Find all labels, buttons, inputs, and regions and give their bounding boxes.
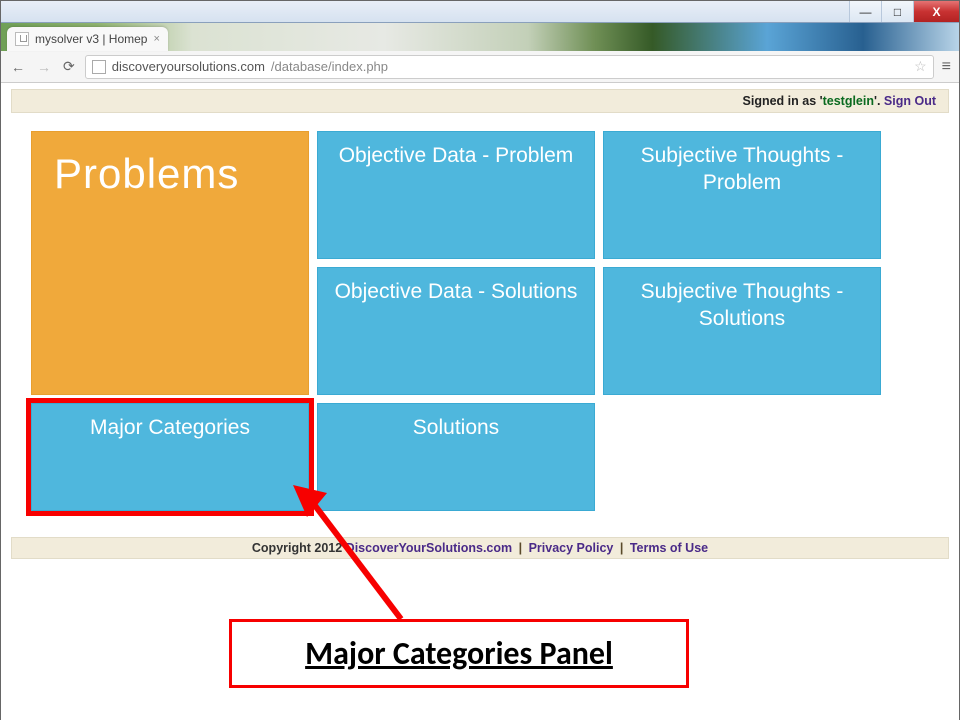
window-close-button[interactable]: X <box>913 1 959 22</box>
empty-cell <box>603 403 881 511</box>
tile-solutions[interactable]: Solutions <box>317 403 595 511</box>
sign-out-link[interactable]: Sign Out <box>884 94 936 108</box>
url-path: /database/index.php <box>271 59 388 74</box>
back-button[interactable]: ← <box>9 59 27 75</box>
auth-bar: Signed in as 'testglein'. Sign Out <box>11 89 949 113</box>
tile-subjective-thoughts-problem[interactable]: Subjective Thoughts - Problem <box>603 131 881 259</box>
url-host: discoveryoursolutions.com <box>112 59 265 74</box>
browser-tab-active[interactable]: mysolver v3 | Homep × <box>7 27 168 51</box>
signed-in-suffix: '. <box>874 94 884 108</box>
address-bar[interactable]: discoveryoursolutions.com/database/index… <box>85 55 934 79</box>
copyright-text: Copyright 2012 <box>252 541 346 555</box>
browser-tabstrip: mysolver v3 | Homep × <box>1 23 959 51</box>
window-maximize-button[interactable]: □ <box>881 1 913 22</box>
footer-site-link[interactable]: DiscoverYourSolutions.com <box>346 541 512 555</box>
tile-objective-data-problem[interactable]: Objective Data - Problem <box>317 131 595 259</box>
signed-in-prefix: Signed in as ' <box>743 94 823 108</box>
footer-sep-1: | <box>512 541 528 555</box>
window-minimize-button[interactable]: — <box>849 1 881 22</box>
page-icon <box>92 60 106 74</box>
browser-toolbar: ← → ⟳ discoveryoursolutions.com/database… <box>1 51 959 83</box>
tile-subjective-thoughts-solutions[interactable]: Subjective Thoughts - Solutions <box>603 267 881 395</box>
tile-objective-data-solutions[interactable]: Objective Data - Solutions <box>317 267 595 395</box>
file-icon <box>15 32 29 46</box>
reload-button[interactable]: ⟳ <box>61 58 77 75</box>
terms-of-use-link[interactable]: Terms of Use <box>630 541 708 555</box>
forward-button[interactable]: → <box>35 59 53 75</box>
privacy-policy-link[interactable]: Privacy Policy <box>529 541 614 555</box>
chrome-menu-icon[interactable]: ≡ <box>942 58 951 76</box>
tile-problems[interactable]: Problems <box>31 131 309 395</box>
page-viewport: Signed in as 'testglein'. Sign Out Probl… <box>1 89 959 725</box>
footer-bar: Copyright 2012 DiscoverYourSolutions.com… <box>11 537 949 559</box>
annotation-label-box: Major Categories Panel <box>229 619 689 688</box>
tab-title: mysolver v3 | Homep <box>35 32 147 46</box>
tile-grid: Problems Objective Data - Problem Subjec… <box>31 131 929 511</box>
username: testglein <box>823 94 874 108</box>
tab-close-icon[interactable]: × <box>153 33 159 45</box>
annotation-label: Major Categories Panel <box>305 634 613 673</box>
tile-major-categories[interactable]: Major Categories <box>31 403 309 511</box>
footer-sep-2: | <box>613 541 629 555</box>
window-titlebar: — □ X <box>1 1 959 23</box>
bookmark-star-icon[interactable]: ☆ <box>914 58 927 75</box>
